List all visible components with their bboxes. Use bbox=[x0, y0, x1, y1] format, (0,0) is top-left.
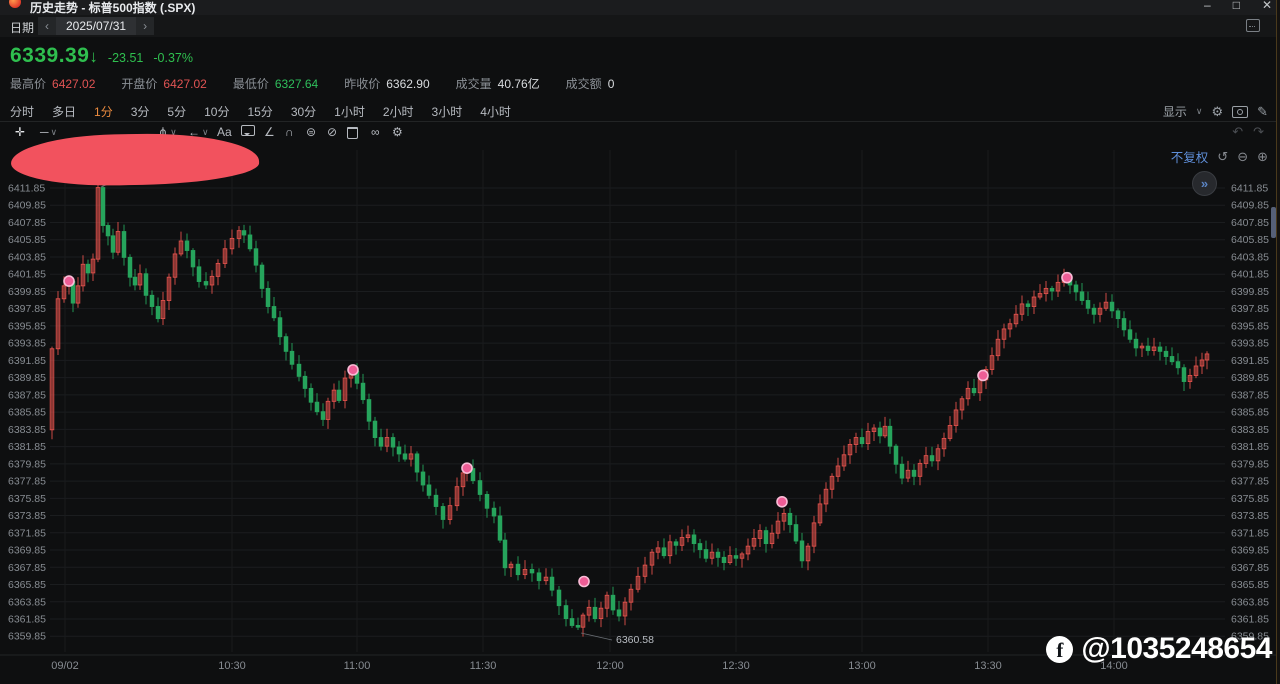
svg-text:6375.85: 6375.85 bbox=[1231, 493, 1269, 505]
svg-text:6383.85: 6383.85 bbox=[1231, 424, 1269, 436]
watermark-handle: @1035248654 bbox=[1081, 632, 1272, 666]
svg-text:6387.85: 6387.85 bbox=[8, 389, 46, 401]
svg-text:6383.85: 6383.85 bbox=[8, 424, 46, 436]
svg-text:6395.85: 6395.85 bbox=[1231, 320, 1269, 332]
svg-text:6403.85: 6403.85 bbox=[8, 251, 46, 263]
svg-text:6397.85: 6397.85 bbox=[8, 303, 46, 315]
svg-text:09/02: 09/02 bbox=[51, 660, 79, 672]
svg-text:6397.85: 6397.85 bbox=[1231, 303, 1269, 315]
svg-text:11:30: 11:30 bbox=[470, 660, 497, 672]
svg-text:6381.85: 6381.85 bbox=[8, 441, 46, 453]
svg-text:6377.85: 6377.85 bbox=[1231, 476, 1269, 488]
svg-text:6369.85: 6369.85 bbox=[1231, 545, 1269, 557]
adjustment-controls: 不复权 ↺ ⊖ ⊕ bbox=[1171, 147, 1268, 166]
svg-text:6401.85: 6401.85 bbox=[8, 269, 46, 281]
facebook-icon: f bbox=[1046, 636, 1073, 663]
svg-text:6359.85: 6359.85 bbox=[8, 631, 46, 643]
svg-text:6381.85: 6381.85 bbox=[1231, 441, 1269, 453]
svg-text:6405.85: 6405.85 bbox=[1231, 234, 1269, 246]
svg-text:6399.85: 6399.85 bbox=[8, 286, 46, 298]
svg-text:6405.85: 6405.85 bbox=[8, 234, 46, 246]
svg-text:6409.85: 6409.85 bbox=[8, 200, 46, 212]
svg-text:6391.85: 6391.85 bbox=[8, 355, 46, 367]
svg-text:6363.85: 6363.85 bbox=[1231, 596, 1269, 608]
svg-text:6367.85: 6367.85 bbox=[8, 562, 46, 574]
svg-text:12:30: 12:30 bbox=[722, 660, 750, 672]
zoom-in-icon[interactable]: ⊕ bbox=[1257, 149, 1268, 165]
svg-text:6411.85: 6411.85 bbox=[1231, 183, 1268, 195]
svg-text:6393.85: 6393.85 bbox=[1231, 338, 1269, 350]
svg-text:6407.85: 6407.85 bbox=[8, 217, 46, 229]
svg-text:6395.85: 6395.85 bbox=[8, 320, 46, 332]
window-right-edge bbox=[1276, 0, 1280, 684]
svg-text:6361.85: 6361.85 bbox=[1231, 614, 1269, 626]
svg-text:6365.85: 6365.85 bbox=[1231, 579, 1269, 591]
svg-text:6360.58: 6360.58 bbox=[616, 634, 654, 646]
svg-text:6373.85: 6373.85 bbox=[1231, 510, 1269, 522]
svg-text:6379.85: 6379.85 bbox=[1231, 458, 1269, 470]
svg-text:6399.85: 6399.85 bbox=[1231, 286, 1269, 298]
svg-text:6377.85: 6377.85 bbox=[8, 476, 46, 488]
svg-text:6389.85: 6389.85 bbox=[8, 372, 46, 384]
candlestick-chart[interactable]: 6411.85 6411.85 6409.85 6409.85 6407.85 6407.… bbox=[0, 0, 1280, 684]
svg-text:12:00: 12:00 bbox=[596, 660, 624, 672]
svg-text:6401.85: 6401.85 bbox=[1231, 269, 1269, 281]
svg-text:6373.85: 6373.85 bbox=[8, 510, 46, 522]
svg-text:10:30: 10:30 bbox=[218, 660, 246, 672]
svg-text:13:00: 13:00 bbox=[848, 660, 876, 672]
svg-text:11:00: 11:00 bbox=[344, 660, 371, 672]
svg-text:6367.85: 6367.85 bbox=[1231, 562, 1269, 574]
svg-text:6385.85: 6385.85 bbox=[1231, 407, 1269, 419]
app-window: 历史走势 - 标普500指数 (.SPX) – □ ✕ 日期 ‹ 2025/07… bbox=[0, 0, 1280, 684]
svg-text:13:30: 13:30 bbox=[974, 660, 1002, 672]
reset-view-icon[interactable]: ↺ bbox=[1217, 149, 1228, 165]
svg-text:6371.85: 6371.85 bbox=[1231, 527, 1269, 539]
no-adjustment-button[interactable]: 不复权 bbox=[1171, 147, 1209, 166]
svg-text:6363.85: 6363.85 bbox=[8, 596, 46, 608]
watermark: f @1035248654 bbox=[1046, 632, 1272, 666]
svg-text:6411.85: 6411.85 bbox=[8, 183, 45, 195]
expand-panel-button[interactable]: » bbox=[1192, 171, 1217, 196]
svg-text:6369.85: 6369.85 bbox=[8, 545, 46, 557]
svg-text:6389.85: 6389.85 bbox=[1231, 372, 1269, 384]
svg-text:6391.85: 6391.85 bbox=[1231, 355, 1269, 367]
svg-text:6361.85: 6361.85 bbox=[8, 614, 46, 626]
svg-text:6385.85: 6385.85 bbox=[8, 407, 46, 419]
svg-text:6379.85: 6379.85 bbox=[8, 458, 46, 470]
svg-text:6393.85: 6393.85 bbox=[8, 338, 46, 350]
svg-text:6375.85: 6375.85 bbox=[8, 493, 46, 505]
svg-text:6403.85: 6403.85 bbox=[1231, 251, 1269, 263]
svg-text:6365.85: 6365.85 bbox=[8, 579, 46, 591]
svg-text:6409.85: 6409.85 bbox=[1231, 200, 1269, 212]
svg-text:6387.85: 6387.85 bbox=[1231, 389, 1269, 401]
zoom-out-icon[interactable]: ⊖ bbox=[1237, 149, 1248, 165]
svg-text:6407.85: 6407.85 bbox=[1231, 217, 1269, 229]
svg-text:6371.85: 6371.85 bbox=[8, 527, 46, 539]
